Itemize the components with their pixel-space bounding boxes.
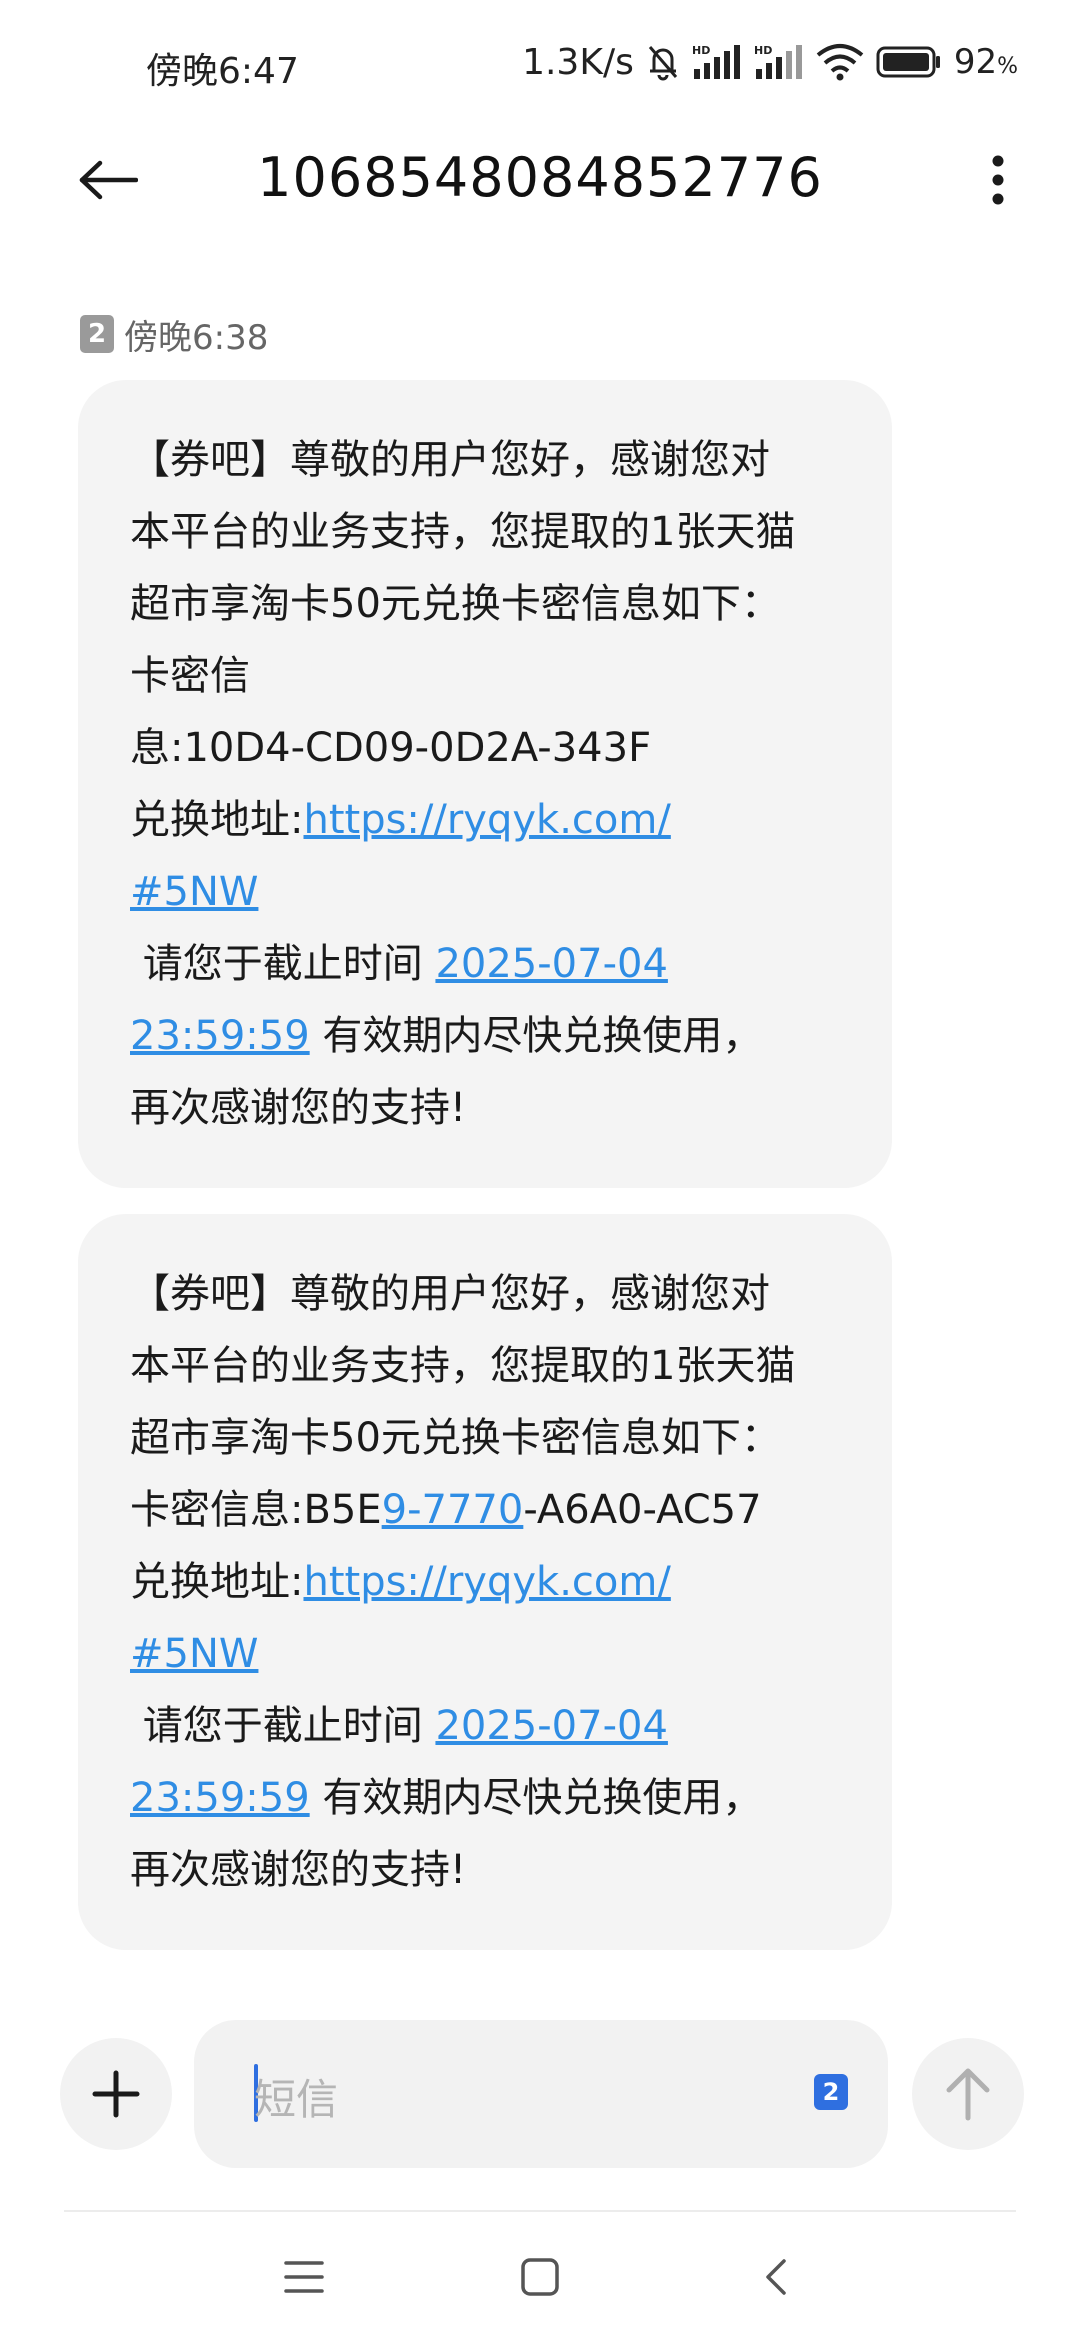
deadline-line: 23:59:59 有效期内尽快兑换使用，	[130, 1762, 852, 1834]
deadline-suffix: 有效期内尽快兑换使用，	[309, 1013, 763, 1059]
redeem-url-line: #5NW	[130, 856, 852, 928]
card-code-link[interactable]: 9-7770	[382, 1487, 524, 1533]
message-line: 本平台的业务支持，您提取的1张天猫	[130, 1343, 796, 1389]
recent-apps-button[interactable]	[264, 2242, 344, 2312]
status-icons: 1.3K/s HD HD 92%	[522, 40, 1018, 84]
redeem-url-link-cont[interactable]: #5NW	[130, 869, 258, 915]
plus-icon	[92, 2070, 140, 2118]
svg-text:HD: HD	[754, 44, 772, 57]
message-line: 息:10D4-CD09-0D2A-343F	[130, 725, 652, 771]
more-options-button[interactable]	[978, 148, 1018, 212]
deadline-time-link[interactable]: 23:59:59	[130, 1775, 310, 1821]
menu-icon	[284, 2261, 324, 2293]
deadline-date-link[interactable]: 2025-07-04	[435, 1703, 667, 1749]
svg-text:HD: HD	[692, 44, 710, 57]
redeem-address-line: 兑换地址:https://ryqyk.com/	[130, 784, 852, 856]
deadline-prefix: 请您于截止时间	[130, 941, 436, 987]
message-timestamp: 2 傍晚6:38	[80, 312, 269, 358]
battery-percent: 92%	[953, 42, 1018, 82]
message-composer: 短信 2	[0, 2020, 1080, 2170]
card-code-line: 卡密信息:B5E9-7770-A6A0-AC57	[130, 1474, 852, 1546]
more-vertical-icon	[992, 155, 1004, 205]
network-speed: 1.3K/s	[522, 41, 634, 83]
deadline-time-link[interactable]: 23:59:59	[130, 1013, 310, 1059]
message-closing: 再次感谢您的支持!	[130, 1085, 467, 1131]
message-closing: 再次感谢您的支持!	[130, 1847, 467, 1893]
redeem-url-link[interactable]: https://ryqyk.com/	[303, 797, 670, 843]
deadline-prefix: 请您于截止时间	[130, 1703, 436, 1749]
message-line: 超市享淘卡50元兑换卡密信息如下：	[130, 1415, 781, 1461]
message-line: 卡密信	[130, 653, 250, 699]
wifi-icon	[816, 43, 864, 81]
message-line: 本平台的业务支持，您提取的1张天猫	[130, 509, 796, 555]
deadline-date-link[interactable]: 2025-07-04	[435, 941, 667, 987]
sms-input[interactable]: 短信 2	[194, 2020, 888, 2168]
deadline-line: 请您于截止时间 2025-07-04	[130, 928, 852, 1000]
back-chevron-icon	[766, 2259, 786, 2295]
system-back-button[interactable]	[736, 2242, 816, 2312]
home-button[interactable]	[500, 2242, 580, 2312]
message-bubble[interactable]: 【券吧】尊敬的用户您好，感谢您对 本平台的业务支持，您提取的1张天猫 超市享淘卡…	[78, 380, 892, 1188]
hd-signal-icon: HD	[754, 43, 804, 81]
message-line: 【券吧】尊敬的用户您好，感谢您对	[130, 1271, 770, 1317]
add-attachment-button[interactable]	[60, 2038, 172, 2150]
hd-signal-icon: HD	[692, 43, 742, 81]
redeem-url-link[interactable]: https://ryqyk.com/	[303, 1559, 670, 1605]
message-line: 【券吧】尊敬的用户您好，感谢您对	[130, 437, 770, 483]
sim-badge: 2	[80, 315, 114, 353]
redeem-address-line: 兑换地址:https://ryqyk.com/	[130, 1546, 852, 1618]
status-bar: 傍晚6:47 1.3K/s HD HD 92%	[0, 0, 1080, 130]
card-code-prefix: 卡密信息:B5E	[130, 1487, 382, 1533]
timestamp-text: 傍晚6:38	[124, 317, 269, 358]
deadline-line: 23:59:59 有效期内尽快兑换使用，	[130, 1000, 852, 1072]
deadline-line: 请您于截止时间 2025-07-04	[130, 1690, 852, 1762]
message-bubble[interactable]: 【券吧】尊敬的用户您好，感谢您对 本平台的业务支持，您提取的1张天猫 超市享淘卡…	[78, 1214, 892, 1950]
card-code-suffix: -A6A0-AC57	[523, 1487, 762, 1533]
system-nav-bar	[0, 2212, 1080, 2340]
redeem-address-label: 兑换地址:	[130, 1559, 304, 1605]
message-line: 超市享淘卡50元兑换卡密信息如下：	[130, 581, 781, 627]
page-title: 1068548084852776	[257, 146, 823, 209]
conversation-header: 1068548084852776	[0, 130, 1080, 230]
battery-icon	[876, 45, 942, 79]
send-arrow-up-icon	[946, 2068, 990, 2121]
redeem-url-line: #5NW	[130, 1618, 852, 1690]
deadline-suffix: 有效期内尽快兑换使用，	[309, 1775, 763, 1821]
redeem-address-label: 兑换地址:	[130, 797, 304, 843]
send-button[interactable]	[912, 2038, 1024, 2150]
sim-select-button[interactable]: 2	[814, 2074, 848, 2110]
status-time: 傍晚6:47	[146, 51, 299, 92]
input-placeholder: 短信	[254, 2075, 339, 2124]
redeem-url-link-cont[interactable]: #5NW	[130, 1631, 258, 1677]
mute-bell-icon	[646, 43, 680, 81]
home-square-icon	[521, 2258, 559, 2296]
